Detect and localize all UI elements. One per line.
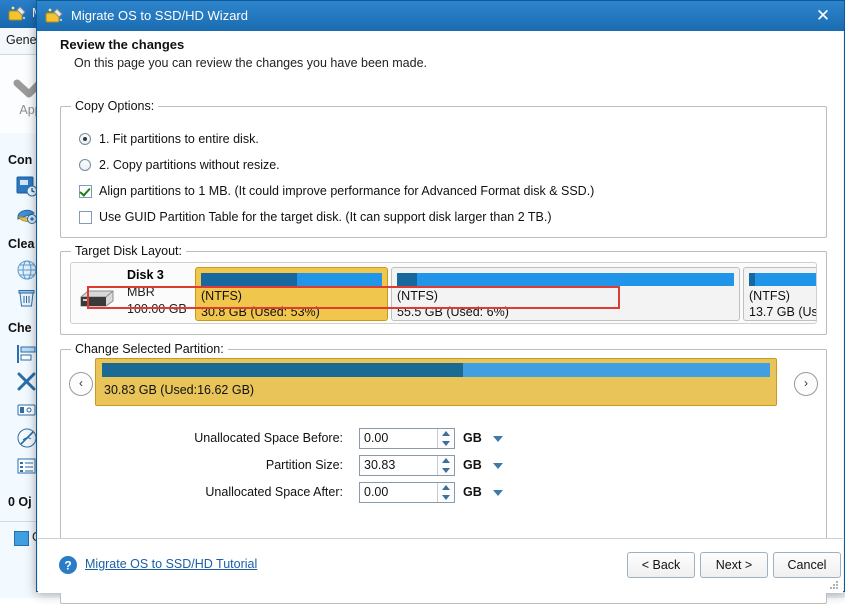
partition-block-3[interactable]: (NTFS) 13.7 GB (Use — [743, 267, 816, 321]
partition-size-value: 30.83 — [364, 458, 396, 472]
partition-used-fill — [201, 273, 297, 286]
disk-clock-icon[interactable] — [16, 175, 38, 197]
partition-icon[interactable] — [16, 343, 38, 365]
tools-icon[interactable] — [16, 371, 38, 393]
question-mark-icon[interactable]: ? — [58, 555, 78, 575]
chevron-down-icon[interactable] — [493, 490, 503, 496]
previous-partition-button[interactable]: ‹ — [69, 372, 93, 396]
chevron-down-icon[interactable] — [493, 436, 503, 442]
close-icon[interactable]: ✕ — [808, 5, 838, 27]
migrate-os-wizard-dialog: Migrate OS to SSD/HD Wizard ✕ Review the… — [36, 0, 845, 604]
dialog-body: Copy Options: 1. Fit partitions to entir… — [38, 79, 843, 604]
disk-settings-icon[interactable] — [16, 203, 38, 225]
dialog-title-bar: Migrate OS to SSD/HD Wizard ✕ — [37, 1, 844, 31]
radio-copy-without-resize-label: 2. Copy partitions without resize. — [99, 158, 280, 172]
stepper-down-button[interactable] — [438, 466, 454, 475]
unit-label-after: GB — [463, 485, 482, 499]
copy-options-group: Copy Options: 1. Fit partitions to entir… — [60, 99, 827, 238]
partition-usage-bar — [201, 273, 382, 286]
field-label-unallocated-after: Unallocated Space After: — [205, 485, 343, 499]
checkbox-use-guid-partition-table-label: Use GUID Partition Table for the target … — [99, 210, 552, 224]
svg-text:?: ? — [64, 559, 71, 573]
chevron-right-icon: › — [804, 376, 808, 390]
sidebar-heading-che: Che — [8, 321, 32, 335]
stepper-up-button[interactable] — [438, 429, 454, 438]
wizard-icon — [8, 6, 26, 21]
guid-option-highlight — [87, 286, 620, 309]
wizard-icon — [45, 8, 63, 23]
chevron-down-icon[interactable] — [493, 463, 503, 469]
globe-icon[interactable] — [16, 259, 38, 281]
disk-name: Disk 3 — [127, 268, 164, 282]
radio-indicator — [79, 133, 91, 145]
tutorial-link[interactable]: Migrate OS to SSD/HD Tutorial — [85, 557, 257, 571]
next-button[interactable]: Next > — [700, 552, 768, 578]
stepper-up-button[interactable] — [438, 483, 454, 492]
partition-size-text: 13.7 GB (Use — [749, 305, 816, 319]
copy-options-title: Copy Options: — [71, 99, 159, 113]
unallocated-before-stepper[interactable] — [437, 429, 454, 448]
selected-partition-label: 30.83 GB (Used:16.62 GB) — [104, 383, 255, 397]
partition-usage-bar — [397, 273, 734, 286]
partition-usage-bar — [749, 273, 816, 286]
next-partition-button[interactable]: › — [794, 372, 818, 396]
keyboard-icon[interactable] — [16, 399, 38, 421]
triangle-up-icon — [442, 458, 450, 463]
selected-partition-used-fill — [102, 363, 463, 377]
sidebar-heading-clea: Clea — [8, 237, 35, 251]
stepper-down-button[interactable] — [438, 493, 454, 502]
dialog-header: Review the changes On this page you can … — [38, 31, 843, 80]
back-button[interactable]: < Back — [627, 552, 695, 578]
checkbox-indicator — [79, 185, 92, 198]
triangle-down-icon — [442, 468, 450, 473]
field-unallocated-space-after: Unallocated Space After: 0.00 GB — [205, 482, 661, 504]
partition-size-stepper[interactable] — [437, 456, 454, 475]
triangle-down-icon — [442, 495, 450, 500]
partition-used-fill — [397, 273, 418, 286]
partition-used-fill — [749, 273, 756, 286]
sidebar-footer-checkbox[interactable] — [14, 531, 29, 546]
unit-label-size: GB — [463, 458, 482, 472]
checkbox-align-partitions-label: Align partitions to 1 MB. (It could impr… — [99, 184, 595, 198]
page-title: Review the changes — [60, 37, 185, 52]
radio-fit-partitions-label: 1. Fit partitions to entire disk. — [99, 132, 259, 146]
partition-size-input[interactable]: 30.83 — [359, 455, 455, 476]
unit-label-before: GB — [463, 431, 482, 445]
checkbox-indicator — [79, 211, 92, 224]
unallocated-after-input[interactable]: 0.00 — [359, 482, 455, 503]
disable-icon[interactable] — [16, 427, 38, 449]
unallocated-before-input[interactable]: 0.00 — [359, 428, 455, 449]
triangle-up-icon — [442, 431, 450, 436]
unallocated-before-value: 0.00 — [364, 431, 389, 445]
field-unallocated-space-before: Unallocated Space Before: 0.00 GB — [194, 428, 661, 450]
dialog-title-text: Migrate OS to SSD/HD Wizard — [71, 8, 248, 23]
field-label-partition-size: Partition Size: — [265, 458, 343, 472]
list-icon[interactable] — [16, 455, 38, 477]
unallocated-after-value: 0.00 — [364, 485, 389, 499]
resize-grip[interactable] — [829, 580, 839, 590]
target-disk-layout-title: Target Disk Layout: — [71, 244, 186, 258]
radio-indicator — [79, 159, 91, 171]
selected-partition-bar[interactable]: 30.83 GB (Used:16.62 GB) — [95, 358, 777, 406]
cancel-button[interactable]: Cancel — [773, 552, 841, 578]
sidebar-operations-count: 0 Oj — [8, 495, 32, 509]
triangle-down-icon — [442, 441, 450, 446]
chevron-left-icon: ‹ — [79, 376, 83, 390]
selected-partition-usage-bar — [102, 363, 770, 377]
trash-icon[interactable] — [16, 287, 38, 309]
triangle-up-icon — [442, 485, 450, 490]
change-selected-partition-title: Change Selected Partition: — [71, 342, 228, 356]
unallocated-after-stepper[interactable] — [437, 483, 454, 502]
field-label-unallocated-before: Unallocated Space Before: — [194, 431, 343, 445]
page-subtitle: On this page you can review the changes … — [74, 56, 428, 70]
dialog-footer: ? Migrate OS to SSD/HD Tutorial < Back N… — [38, 538, 843, 593]
sidebar-heading-con: Con — [8, 153, 33, 167]
partition-filesystem: (NTFS) — [749, 289, 790, 303]
stepper-up-button[interactable] — [438, 456, 454, 465]
field-partition-size: Partition Size: 30.83 GB — [266, 455, 661, 477]
stepper-down-button[interactable] — [438, 439, 454, 448]
